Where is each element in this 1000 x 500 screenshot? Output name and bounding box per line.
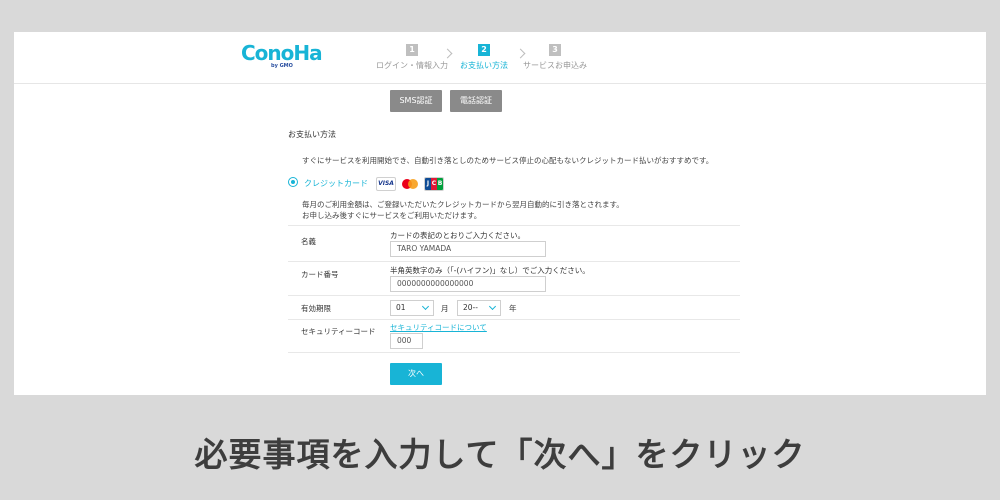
chevron-down-icon xyxy=(421,302,430,311)
credit-card-label[interactable]: クレジットカード xyxy=(304,178,368,189)
step-login: 1 ログイン・情報入力 xyxy=(376,44,448,71)
expiry-year-select[interactable]: 20-- xyxy=(457,300,501,316)
step-number: 1 xyxy=(406,44,418,56)
month-unit: 月 xyxy=(441,304,449,313)
expiry-month-select[interactable]: 01 xyxy=(390,300,434,316)
expiry-month-value: 01 xyxy=(396,303,406,312)
divider xyxy=(288,295,740,296)
security-code-help-link[interactable]: セキュリティコードについて xyxy=(390,322,487,333)
security-code-label: セキュリティーコード xyxy=(301,327,376,336)
expiry-year-value: 20-- xyxy=(463,303,478,312)
step-label: お支払い方法 xyxy=(460,61,508,70)
expiry-label: 有効期限 xyxy=(301,304,331,313)
cardholder-name-input[interactable]: TARO YAMADA xyxy=(390,241,546,257)
step-header: ConoHa by GMO 1 ログイン・情報入力 2 お支払い方法 3 サービ… xyxy=(14,32,986,84)
year-unit: 年 xyxy=(509,304,517,313)
chevron-down-icon xyxy=(488,302,497,311)
card-number-hint: 半角英数字のみ（「-(ハイフン)」なし）でご入力ください。 xyxy=(390,266,590,275)
divider xyxy=(288,319,740,320)
step-apply: 3 サービスお申込み xyxy=(523,44,587,71)
card-number-input[interactable]: 0000000000000000 xyxy=(390,276,546,292)
signup-panel: ConoHa by GMO 1 ログイン・情報入力 2 お支払い方法 3 サービ… xyxy=(14,32,986,395)
jcb-icon: J C B xyxy=(424,177,444,191)
conoha-logo[interactable]: ConoHa by GMO xyxy=(241,41,323,72)
visa-icon: VISA xyxy=(376,177,396,191)
logo-subtext: by GMO xyxy=(271,63,293,69)
billing-note: 毎月のご利用金額は、ご登録いただいたクレジットカードから翌月自動的に引き落とされ… xyxy=(302,200,624,209)
name-hint: カードの表記のとおりご入力ください。 xyxy=(390,231,525,240)
divider xyxy=(288,261,740,262)
step-number: 2 xyxy=(478,44,490,56)
step-payment: 2 お支払い方法 xyxy=(460,44,508,71)
card-number-label: カード番号 xyxy=(301,270,339,279)
payment-description: すぐにサービスを利用開始でき、自動引き落としのためサービス停止の心配もないクレジ… xyxy=(302,156,714,165)
credit-card-radio[interactable] xyxy=(288,177,298,187)
sms-auth-button[interactable]: SMS認証 xyxy=(390,90,442,112)
phone-auth-button[interactable]: 電話認証 xyxy=(450,90,502,112)
security-code-input[interactable]: 000 xyxy=(390,333,423,349)
divider xyxy=(288,352,740,353)
instruction-caption: 必要事項を入力して「次へ」をクリック xyxy=(194,435,806,474)
step-number: 3 xyxy=(549,44,561,56)
section-title: お支払い方法 xyxy=(288,130,336,139)
divider xyxy=(288,225,740,226)
usage-note: お申し込み後すぐにサービスをご利用いただけます。 xyxy=(302,211,482,220)
step-label: サービスお申込み xyxy=(523,61,587,70)
step-label: ログイン・情報入力 xyxy=(376,61,448,70)
name-label: 名義 xyxy=(301,237,316,246)
next-button[interactable]: 次へ xyxy=(390,363,442,385)
mastercard-icon xyxy=(400,177,420,191)
logo-text: ConoHa xyxy=(241,41,323,65)
